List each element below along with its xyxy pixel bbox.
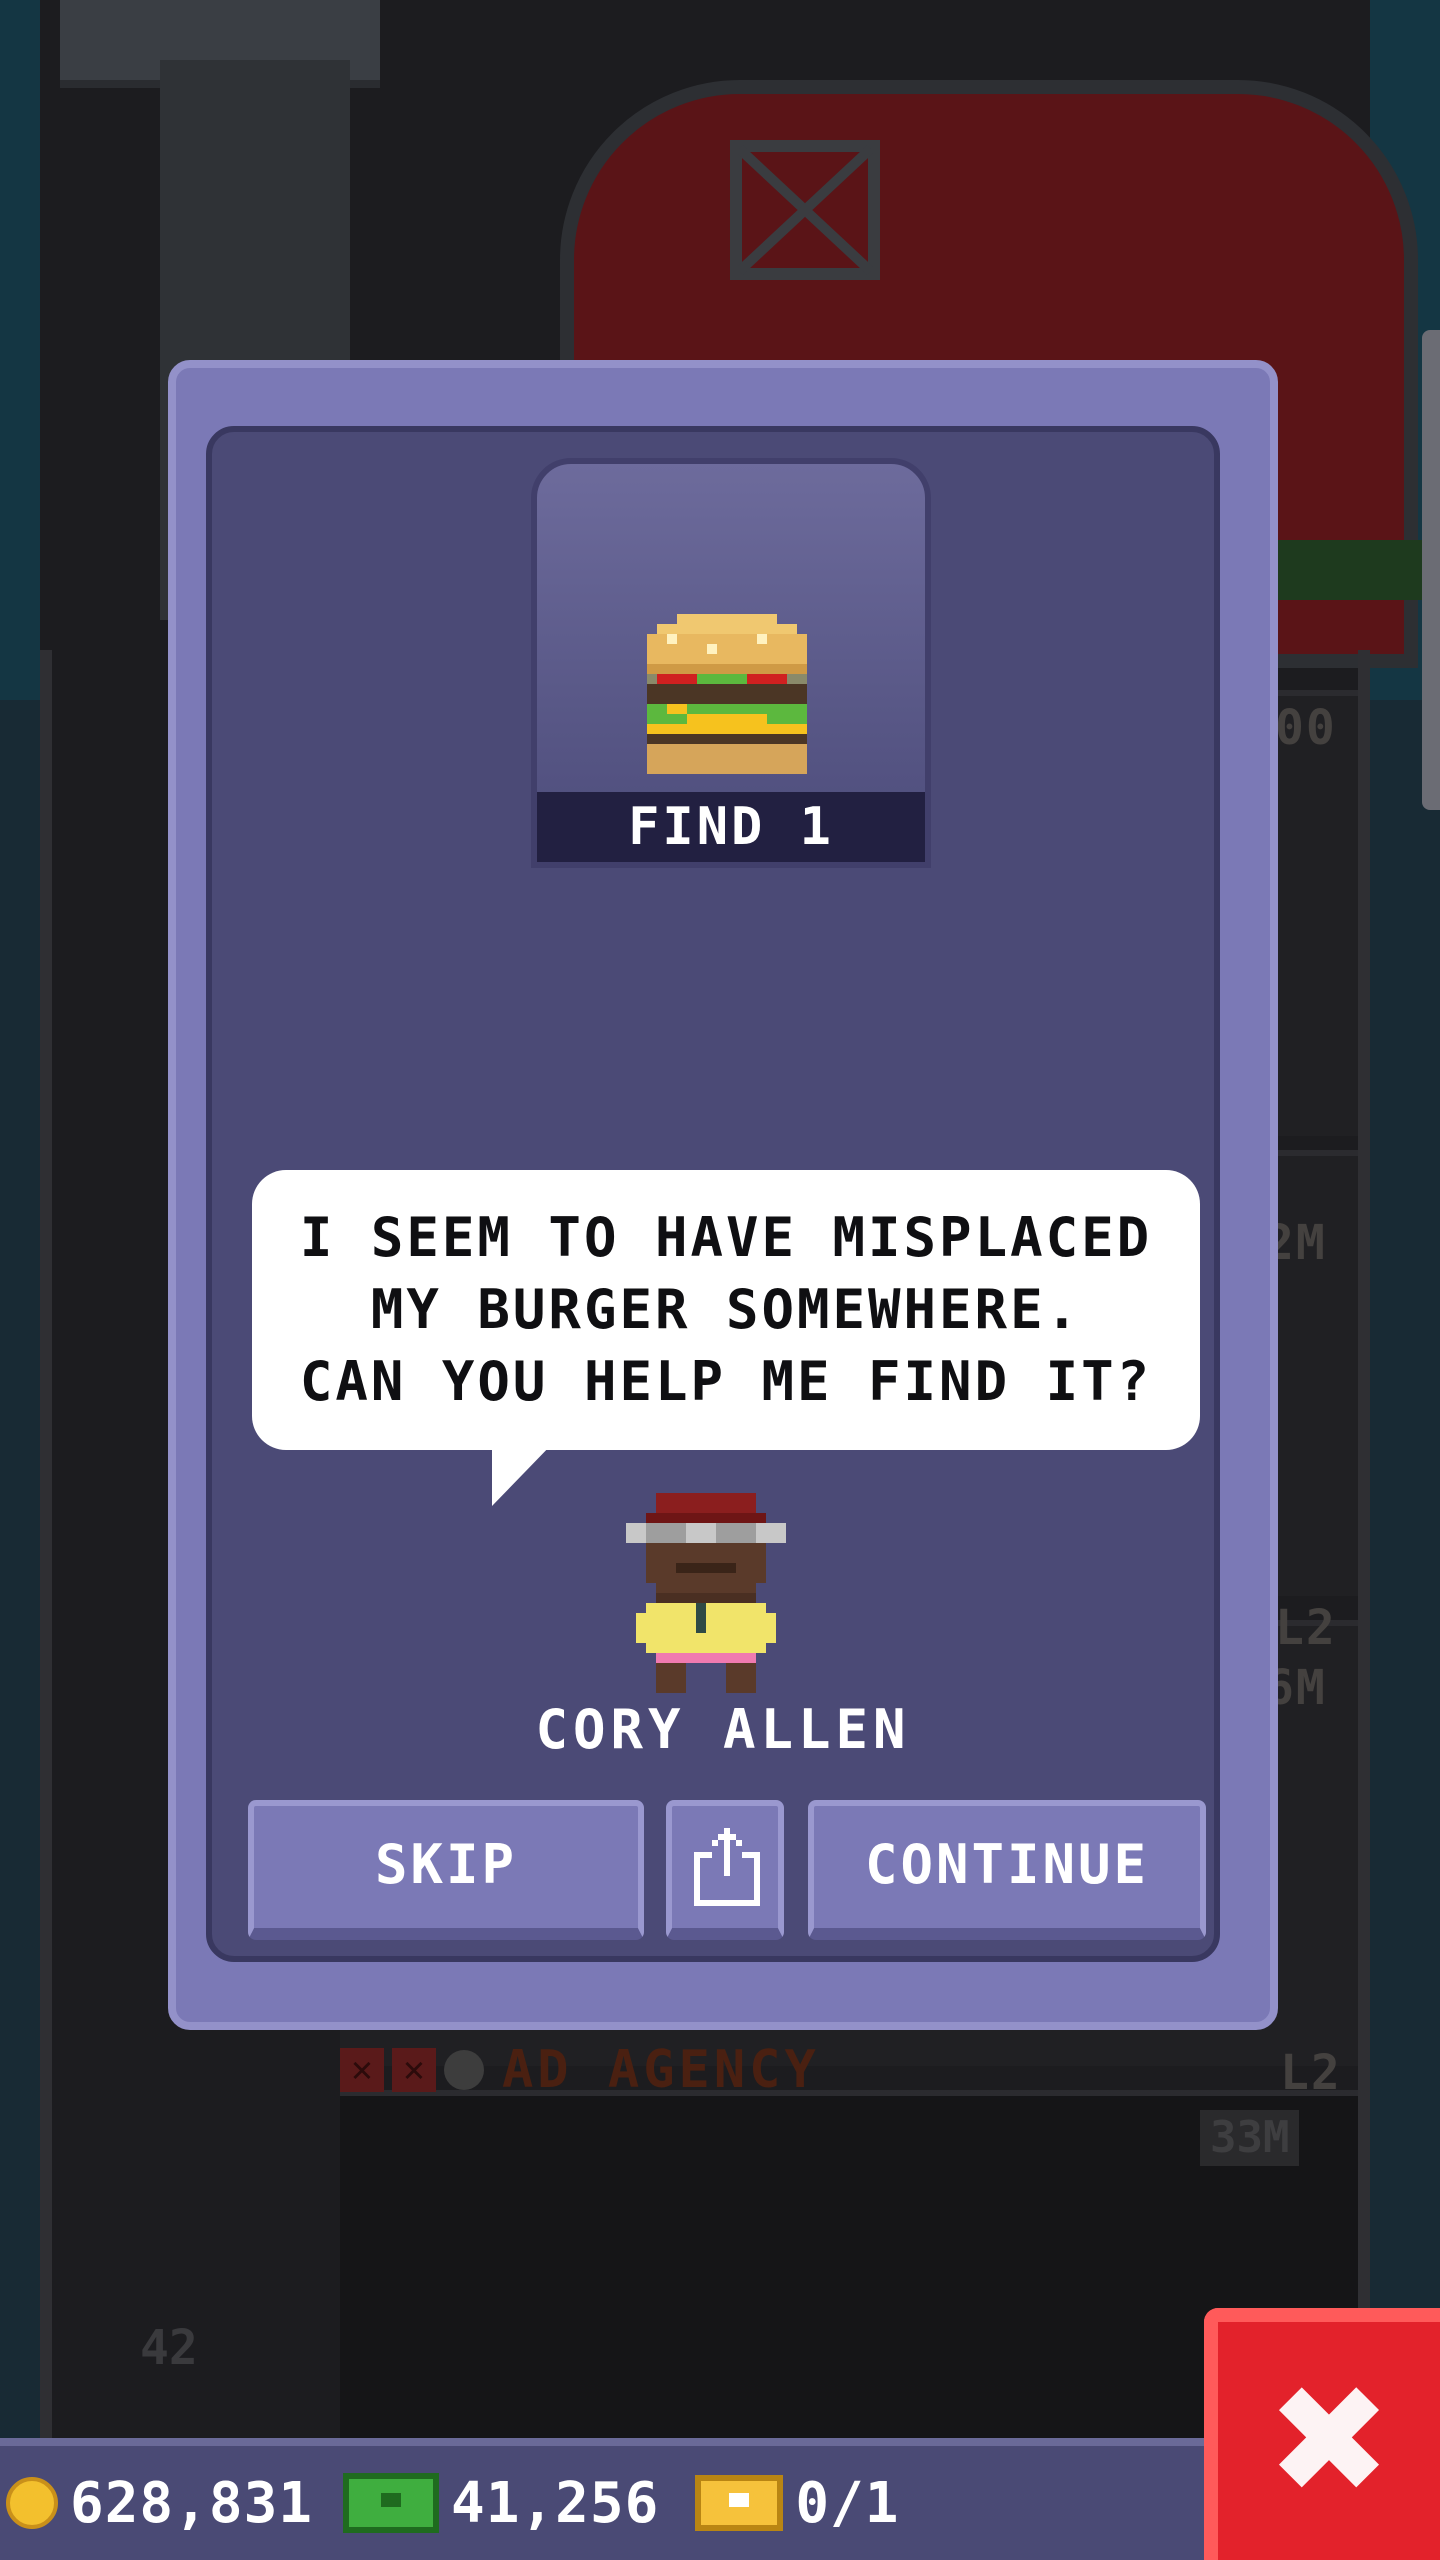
ticket-icon [695, 2475, 784, 2531]
find-item-card: FIND 1 [531, 458, 931, 868]
side-panel-tab[interactable] [1422, 330, 1440, 810]
skip-button[interactable]: SKIP [248, 1800, 644, 1940]
floor-label: 00 [1275, 700, 1337, 756]
tickets-value: 0/1 [795, 2470, 900, 2536]
character-avatar [626, 1493, 786, 1693]
continue-button[interactable]: CONTINUE [808, 1800, 1206, 1940]
barn-door-window [730, 140, 880, 280]
share-icon [694, 1828, 760, 1906]
floor-number: 42 [140, 2320, 198, 2376]
floor-label: L2 [1275, 1600, 1337, 1656]
find-quantity-label: FIND 1 [537, 792, 925, 862]
speech-bubble: I SEEM TO HAVE MISPLACED MY BURGER SOMEW… [252, 1170, 1200, 1506]
ad-agency-money: 33M [1200, 2110, 1300, 2166]
burger-icon [647, 614, 807, 774]
tickets-display[interactable]: 0/1 [695, 2471, 899, 2536]
clock-icon [444, 2050, 484, 2090]
speech-text: I SEEM TO HAVE MISPLACED MY BURGER SOMEW… [299, 1206, 1153, 1413]
character-name: CORY ALLEN [535, 1698, 911, 1761]
coins-value: 628,831 [70, 2470, 314, 2536]
x-icon: ✕ [340, 2048, 384, 2092]
close-ad-button[interactable]: ✖ [1204, 2308, 1440, 2560]
speech-bubble-tail [492, 1442, 554, 1506]
share-button[interactable] [666, 1800, 784, 1940]
ad-agency-level: L2 [1280, 2045, 1342, 2101]
mission-dialog: FIND 1 I SEEM TO HAVE MISPLACED MY BURGE… [168, 360, 1278, 2030]
close-icon: ✖ [1266, 2354, 1392, 2528]
ad-agency-label: AD AGENCY [502, 2040, 820, 2100]
grass-patch [1270, 540, 1430, 600]
bux-value: 41,256 [451, 2470, 660, 2536]
coin-icon [6, 2477, 58, 2529]
bux-icon [343, 2473, 440, 2533]
x-icon: ✕ [392, 2048, 436, 2092]
ad-agency-header: ✕ ✕ AD AGENCY [340, 2040, 820, 2100]
coins-display[interactable]: 628,831 [6, 2471, 313, 2536]
bux-display[interactable]: 41,256 [343, 2471, 659, 2536]
